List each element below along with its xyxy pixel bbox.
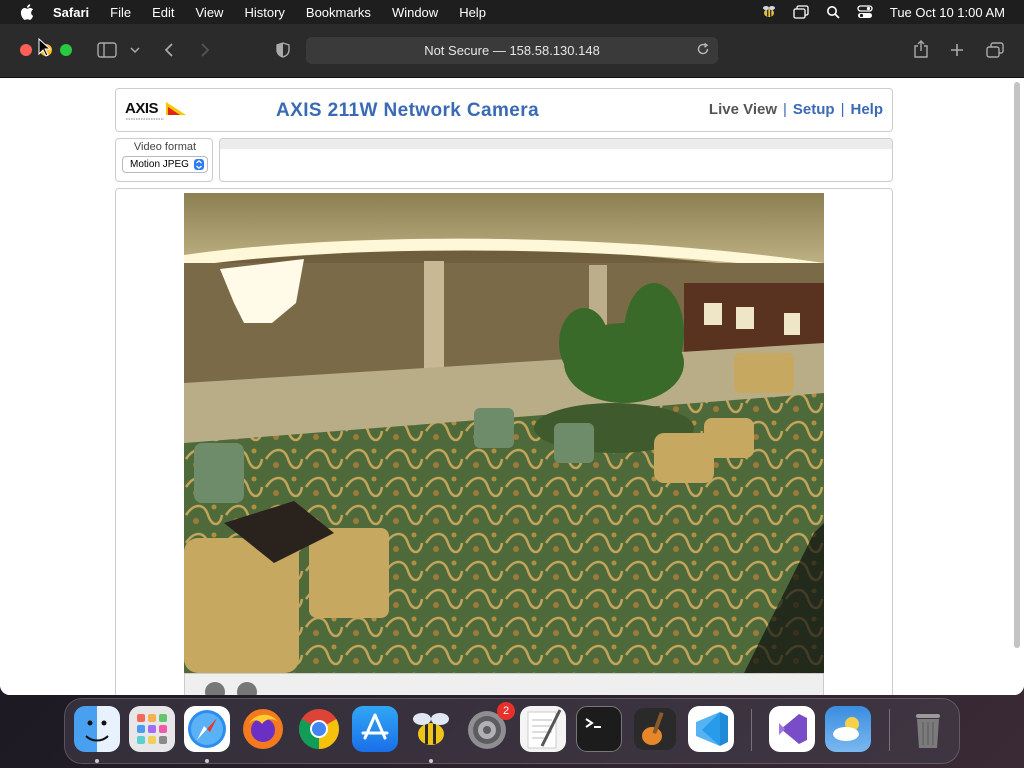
menu-help[interactable]: Help	[459, 5, 486, 20]
mouse-cursor	[38, 38, 52, 57]
app-store-icon[interactable]	[352, 706, 398, 752]
menu-bookmarks[interactable]: Bookmarks	[306, 5, 371, 20]
menu-window[interactable]: Window	[392, 5, 438, 20]
new-tab-icon[interactable]	[948, 41, 966, 59]
video-controls	[184, 673, 824, 695]
dock-separator	[751, 709, 752, 751]
video-format-panel: Video format Motion JPEG	[115, 138, 213, 182]
vscode-icon[interactable]	[688, 706, 734, 752]
menu-clock[interactable]: Tue Oct 10 1:00 AM	[890, 5, 1005, 20]
chevron-down-icon[interactable]	[128, 44, 142, 56]
safari-running-indicator	[205, 759, 209, 763]
nav-separator: |	[783, 101, 787, 118]
camera-nav: Live View | Setup | Help	[709, 101, 883, 118]
sidebar-toggle-icon[interactable]	[97, 41, 117, 59]
page-title: AXIS 211W Network Camera	[276, 100, 540, 121]
safari-icon[interactable]	[184, 706, 230, 752]
svg-text:AXIS: AXIS	[125, 100, 159, 117]
apple-menu-icon[interactable]	[20, 4, 34, 20]
live-video-stream[interactable]	[184, 193, 824, 673]
menu-app-name[interactable]: Safari	[53, 5, 89, 20]
setup-link[interactable]: Setup	[793, 101, 835, 118]
search-icon[interactable]	[824, 4, 842, 20]
forward-icon[interactable]	[196, 40, 214, 60]
address-bar[interactable]: Not Secure — 158.58.130.148	[306, 37, 718, 64]
menu-history[interactable]: History	[244, 5, 284, 20]
video-format-label: Video format	[133, 141, 197, 153]
firefox-icon[interactable]	[240, 706, 286, 752]
menu-view[interactable]: View	[196, 5, 224, 20]
garageband-icon[interactable]	[632, 706, 678, 752]
weather-icon[interactable]	[825, 706, 871, 752]
control-center-icon[interactable]	[856, 4, 874, 20]
vertical-scrollbar[interactable]	[1014, 82, 1020, 648]
settings-notification-badge: 2	[497, 702, 515, 720]
launchpad-icon[interactable]	[129, 706, 175, 752]
close-window-button[interactable]	[20, 44, 32, 56]
terminal-icon[interactable]	[576, 706, 622, 752]
screen-mirror-icon[interactable]	[792, 4, 810, 20]
bee-running-indicator	[429, 759, 433, 763]
safari-window: Not Secure — 158.58.130.148 AXIS AXIS 21…	[0, 24, 1024, 695]
video-panel	[115, 188, 893, 695]
play-button[interactable]	[237, 682, 257, 695]
tab-overview-icon[interactable]	[985, 41, 1005, 59]
select-arrows-icon	[194, 159, 204, 170]
reload-icon[interactable]	[696, 42, 712, 58]
live-view-link[interactable]: Live View	[709, 101, 777, 118]
chrome-icon[interactable]	[296, 706, 342, 752]
info-panel-strip	[220, 139, 892, 149]
axis-logo[interactable]: AXIS	[124, 98, 188, 124]
menu-edit[interactable]: Edit	[152, 5, 174, 20]
menu-file[interactable]: File	[110, 5, 131, 20]
privacy-shield-icon[interactable]	[274, 41, 292, 59]
bee-app-icon[interactable]	[408, 706, 454, 752]
visual-studio-icon[interactable]	[769, 706, 815, 752]
finder-icon[interactable]	[74, 706, 120, 752]
address-text: Not Secure — 158.58.130.148	[424, 43, 600, 58]
maximize-window-button[interactable]	[60, 44, 72, 56]
nav-separator: |	[840, 101, 845, 118]
video-format-value: Motion JPEG	[130, 159, 189, 170]
menu-bar: Safari File Edit View History Bookmarks …	[0, 0, 1024, 24]
web-page: AXIS AXIS 211W Network Camera Live View …	[0, 78, 1024, 695]
stop-button[interactable]	[205, 682, 225, 695]
dock: 2	[64, 698, 960, 764]
finder-running-indicator	[95, 759, 99, 763]
back-icon[interactable]	[160, 40, 178, 60]
camera-header: AXIS AXIS 211W Network Camera Live View …	[115, 88, 893, 132]
dock-separator	[889, 709, 890, 751]
trash-icon[interactable]	[905, 706, 951, 752]
share-icon[interactable]	[912, 39, 930, 59]
help-link[interactable]: Help	[850, 101, 883, 118]
info-panel	[219, 138, 893, 182]
bee-icon[interactable]	[760, 4, 778, 20]
browser-toolbar: Not Secure — 158.58.130.148	[0, 24, 1024, 78]
video-format-select[interactable]: Motion JPEG	[122, 156, 208, 173]
textedit-icon[interactable]	[520, 706, 566, 752]
